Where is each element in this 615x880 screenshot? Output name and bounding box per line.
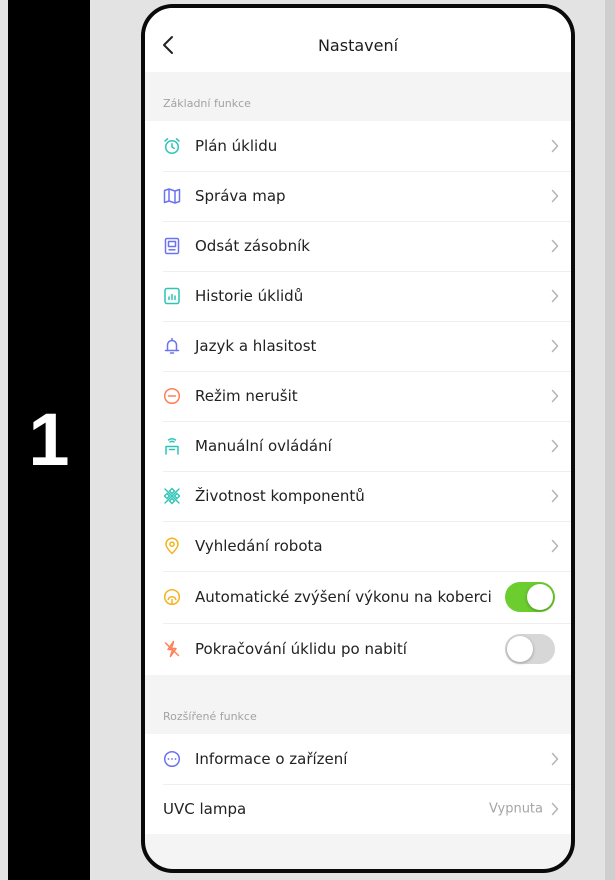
list-item-label: Manuální ovládání <box>195 437 332 455</box>
carpet-boost-icon <box>163 588 181 606</box>
step-number: 1 <box>28 398 70 481</box>
list-item-label: Správa map <box>195 187 286 205</box>
list-item-label: Odsát zásobník <box>195 237 310 255</box>
map-icon <box>163 187 181 205</box>
chevron-right-icon <box>551 189 559 203</box>
list-item-cleaning-plan[interactable]: Plán úklidu <box>145 121 571 171</box>
carpet-boost-toggle[interactable] <box>505 582 555 612</box>
toggle-label: Automatické zvýšení výkonu na koberci <box>195 588 492 606</box>
chevron-right-icon <box>551 239 559 253</box>
section-label-basic: Základní funkce <box>163 97 251 110</box>
bell-icon <box>163 337 181 355</box>
list-item-empty-dustbin[interactable]: Odsát zásobník <box>145 221 571 271</box>
list-item-label: Jazyk a hlasitost <box>195 337 317 355</box>
toggle-knob <box>507 636 533 662</box>
list-item-label: Životnost komponentů <box>195 487 365 505</box>
list-item-label: Historie úklidů <box>195 287 304 305</box>
chevron-right-icon <box>551 389 559 403</box>
list-item-label: Vyhledání robota <box>195 537 323 555</box>
chevron-right-icon <box>551 289 559 303</box>
toggle-row-resume-after-charge: Pokračování úklidu po nabití <box>145 623 571 675</box>
resume-after-charge-toggle[interactable] <box>505 634 555 664</box>
chevron-right-icon <box>551 802 559 816</box>
chevron-right-icon <box>551 439 559 453</box>
list-item-label: Plán úklidu <box>195 137 278 155</box>
list-item-label: Režim nerušit <box>195 387 298 405</box>
basic-functions-list: Plán úklidu Správa map Odsát zásobník Hi… <box>145 121 571 675</box>
chevron-right-icon <box>551 139 559 153</box>
toggle-row-carpet-boost: Automatické zvýšení výkonu na koberci <box>145 571 571 623</box>
page-title: Nastavení <box>317 36 399 55</box>
chevron-right-icon <box>551 539 559 553</box>
dustbin-icon <box>163 237 181 255</box>
list-item-language-volume[interactable]: Jazyk a hlasitost <box>145 321 571 371</box>
list-item-uvc-lamp[interactable]: UVC lampa Vypnuta <box>145 784 571 834</box>
list-item-label: UVC lampa <box>163 800 247 818</box>
toggle-label: Pokračování úklidu po nabití <box>195 640 407 658</box>
toggle-knob <box>527 584 553 610</box>
right-margin-bar <box>605 0 615 880</box>
chevron-right-icon <box>551 489 559 503</box>
section-label-extended: Rozšířené funkce <box>163 710 257 723</box>
step-panel: 1 <box>8 0 90 880</box>
list-item-map-management[interactable]: Správa map <box>145 171 571 221</box>
chevron-right-icon <box>551 752 559 766</box>
list-item-do-not-disturb[interactable]: Režim nerušit <box>145 371 571 421</box>
do-not-disturb-icon <box>163 387 181 405</box>
list-item-label: Informace o zařízení <box>195 750 348 768</box>
list-item-device-info[interactable]: Informace o zařízení <box>145 734 571 784</box>
list-item-find-robot[interactable]: Vyhledání robota <box>145 521 571 571</box>
remote-control-icon <box>163 437 181 455</box>
history-chart-icon <box>163 287 181 305</box>
list-item-cleaning-history[interactable]: Historie úklidů <box>145 271 571 321</box>
list-item-component-life[interactable]: Životnost komponentů <box>145 471 571 521</box>
header-bar: Nastavení <box>145 8 571 72</box>
chevron-right-icon <box>551 339 559 353</box>
charge-bolt-icon <box>163 640 181 658</box>
uvc-lamp-status: Vypnuta <box>488 801 543 817</box>
alarm-clock-icon <box>163 137 181 155</box>
components-icon <box>163 487 181 505</box>
phone-frame: Nastavení Základní funkce Plán úklidu Sp… <box>141 4 575 873</box>
info-dots-icon <box>163 750 181 768</box>
list-item-manual-control[interactable]: Manuální ovládání <box>145 421 571 471</box>
extended-functions-list: Informace o zařízení UVC lampa Vypnuta <box>145 734 571 834</box>
location-pin-icon <box>163 537 181 555</box>
